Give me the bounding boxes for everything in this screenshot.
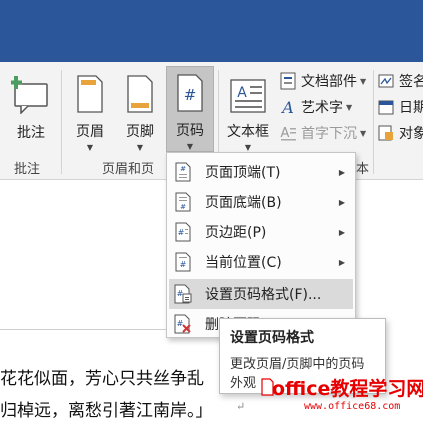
signature-icon <box>376 72 396 90</box>
document-line: 花花似面，芳心只共丝争乱 <box>0 369 204 389</box>
object-icon <box>376 124 396 142</box>
comment-group-label: 批注 <box>14 162 41 177</box>
header-label: 页眉 <box>76 124 104 140</box>
menu-item-page-top[interactable]: # 页面顶端(T) ▶ <box>169 157 353 187</box>
object-button[interactable]: 对象 <box>376 122 423 144</box>
object-label: 对象 <box>399 126 423 142</box>
new-comment-icon <box>11 70 51 114</box>
chevron-right-icon: ▶ <box>338 227 345 237</box>
page-number-label: 页码 <box>176 123 204 139</box>
menu-item-page-bottom[interactable]: # 页面底端(B) ▶ <box>169 187 353 217</box>
title-bar <box>0 0 423 28</box>
date-label: 日期 <box>399 100 423 116</box>
doc-parts-button[interactable]: 文档部件 ▼ <box>278 70 366 92</box>
paragraph-mark: ↵ <box>236 400 246 413</box>
svg-text:A: A <box>237 85 247 101</box>
remove-page-number-icon: # <box>169 314 197 334</box>
textbox-icon: A <box>230 70 266 113</box>
watermark-url: www.office68.com <box>304 401 401 412</box>
drop-cap-label: 首字下沉 <box>301 126 357 142</box>
textbox-button[interactable]: A 文本框 ▼ <box>222 66 274 152</box>
page-top-icon: # <box>169 162 197 182</box>
svg-text:#: # <box>178 228 185 237</box>
site-watermark: office教程学习网 www.office68.com <box>260 372 423 426</box>
watermark-title: office教程学习网 <box>272 378 423 400</box>
menu-item-format-page-number[interactable]: # 设置页码格式(F)... <box>169 279 353 309</box>
comment-button[interactable]: 批注 <box>6 66 56 152</box>
chevron-down-icon: ▼ <box>346 102 353 112</box>
group-separator <box>61 70 62 174</box>
svg-text:#: # <box>180 260 187 269</box>
page-number-menu: # 页面顶端(T) ▶ # 页面底端(B) ▶ # 页边距(P) ▶ # 当前位… <box>166 152 356 338</box>
signature-button[interactable]: 签名 <box>376 70 423 92</box>
chevron-down-icon: ▼ <box>244 143 252 152</box>
calendar-icon <box>376 98 396 116</box>
header-button[interactable]: 页眉 ▼ <box>68 66 112 152</box>
document-line: 归棹远，离愁引著江南岸。」 <box>0 401 213 421</box>
page-number-button[interactable]: # 页码 ▼ <box>166 66 214 152</box>
header-icon <box>76 70 104 113</box>
drop-cap-button[interactable]: A 首字下沉 ▼ <box>278 122 367 144</box>
format-page-number-icon: # <box>169 284 197 304</box>
footer-icon <box>126 70 154 113</box>
menu-item-page-margin[interactable]: # 页边距(P) ▶ <box>169 217 353 247</box>
page-number-icon: # <box>176 71 204 112</box>
svg-text:A: A <box>281 126 290 141</box>
svg-text:A: A <box>280 98 294 116</box>
comment-label: 批注 <box>17 125 45 141</box>
chevron-right-icon: ▶ <box>338 257 345 267</box>
ribbon-tab-bar <box>0 28 423 62</box>
svg-text:#: # <box>177 319 184 328</box>
chevron-down-icon: ▼ <box>186 142 194 151</box>
menu-item-current-position[interactable]: # 当前位置(C) ▶ <box>169 247 353 277</box>
svg-text:#: # <box>184 86 197 104</box>
chevron-right-icon: ▶ <box>338 167 345 177</box>
footer-label: 页脚 <box>126 124 154 140</box>
chevron-down-icon: ▼ <box>136 143 144 152</box>
drop-cap-icon: A <box>278 124 298 142</box>
wordart-label: 艺术字 <box>301 100 343 116</box>
chevron-down-icon: ▼ <box>360 128 367 138</box>
tooltip-title: 设置页码格式 <box>230 330 314 346</box>
chevron-right-icon: ▶ <box>338 197 345 207</box>
chevron-down-icon: ▼ <box>360 76 367 86</box>
date-button[interactable]: 日期 <box>376 96 423 118</box>
text-group-label: 本 <box>356 162 370 177</box>
chevron-down-icon: ▼ <box>86 143 94 152</box>
page-bottom-icon: # <box>169 192 197 212</box>
footer-button[interactable]: 页脚 ▼ <box>118 66 162 152</box>
header-divider <box>0 329 180 330</box>
header-footer-group-label: 页眉和页 <box>102 162 155 177</box>
doc-parts-icon <box>278 72 298 90</box>
wordart-icon: A <box>278 98 298 116</box>
signature-label: 签名 <box>399 74 423 90</box>
textbox-label: 文本框 <box>227 124 269 140</box>
group-separator <box>373 70 374 174</box>
svg-text:#: # <box>180 203 186 211</box>
svg-text:#: # <box>180 165 186 173</box>
page-margin-icon: # <box>169 222 197 242</box>
doc-parts-label: 文档部件 <box>301 74 357 90</box>
current-position-icon: # <box>169 252 197 272</box>
wordart-button[interactable]: A 艺术字 ▼ <box>278 96 352 118</box>
